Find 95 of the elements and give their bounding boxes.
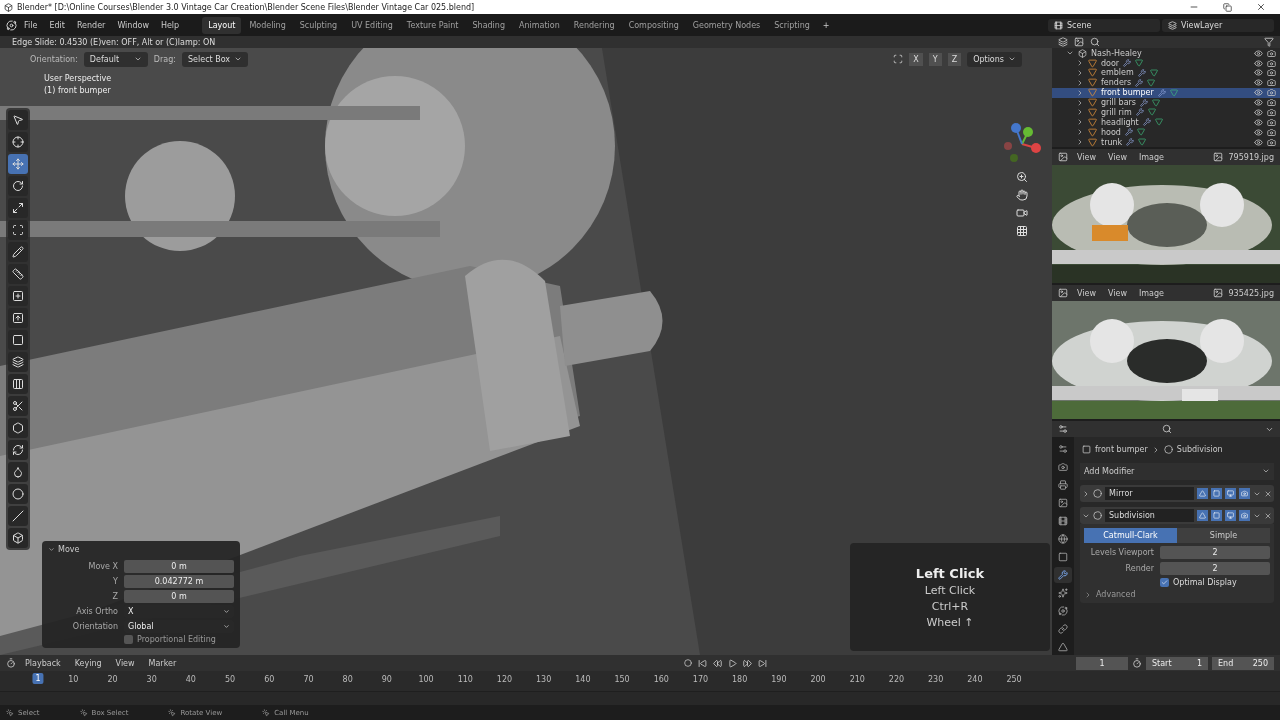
frame-tick-label: 20 bbox=[107, 675, 118, 684]
outliner-row[interactable]: hood bbox=[1052, 127, 1280, 138]
frame-tick-label: 110 bbox=[457, 675, 473, 684]
menu-item[interactable]: View bbox=[110, 655, 140, 671]
frame-tick-label: 60 bbox=[264, 675, 275, 684]
menu-item[interactable]: Window bbox=[112, 17, 154, 33]
frame-tick-label: 50 bbox=[225, 675, 236, 684]
modifier-header[interactable]: Mirror bbox=[1080, 485, 1274, 502]
object-name: grill bars bbox=[1101, 98, 1136, 108]
outliner-row[interactable]: emblem bbox=[1052, 67, 1280, 78]
frame-tick-label: 210 bbox=[849, 675, 865, 684]
outliner-row[interactable]: door bbox=[1052, 58, 1280, 68]
workspace-tab[interactable]: Animation bbox=[513, 16, 566, 34]
field-label: Render bbox=[1124, 564, 1154, 573]
frame-tick-label: 130 bbox=[536, 675, 552, 684]
end-frame-field[interactable]: End 250 bbox=[1212, 656, 1274, 670]
object-name: trunk bbox=[1101, 137, 1123, 147]
frame-tick-label: 180 bbox=[732, 675, 748, 684]
workspace-tab[interactable]: Scripting bbox=[768, 16, 816, 34]
object-name: door bbox=[1101, 58, 1120, 68]
frame-tick-label: 30 bbox=[146, 675, 157, 684]
number-field[interactable]: 2 bbox=[1160, 562, 1270, 575]
frame-tick-label: 200 bbox=[810, 675, 826, 684]
menu-item[interactable]: Marker bbox=[143, 655, 182, 671]
menu-item[interactable]: Edit bbox=[44, 17, 70, 33]
menu-item[interactable]: Playback bbox=[20, 655, 66, 671]
object-name: fenders bbox=[1101, 78, 1132, 88]
menu-item[interactable]: View bbox=[1105, 288, 1130, 298]
outliner-row[interactable]: grill rim bbox=[1052, 107, 1280, 118]
frame-tick-label: 140 bbox=[575, 675, 591, 684]
frame-tick-label: 70 bbox=[303, 675, 314, 684]
frame-tick-label: 120 bbox=[496, 675, 513, 684]
subdivision-type-tab[interactable]: Simple bbox=[1177, 528, 1270, 543]
image-name[interactable]: 935425.jpg bbox=[1228, 288, 1274, 298]
modifier-name: Subdivision bbox=[1176, 445, 1223, 454]
object-name: front bumper bbox=[1095, 445, 1148, 454]
workspace-tab[interactable]: Geometry Nodes bbox=[686, 16, 767, 34]
workspace-tab[interactable]: Texture Paint bbox=[400, 16, 465, 34]
subdivision-type-tab[interactable]: Catmull-Clark bbox=[1084, 528, 1177, 543]
outliner-row[interactable]: trunk bbox=[1052, 137, 1280, 147]
menu-item[interactable]: View bbox=[1105, 152, 1130, 162]
modifier-name-field[interactable]: Subdivision bbox=[1105, 509, 1194, 522]
workspace-tab[interactable]: Sculpting bbox=[293, 16, 344, 34]
frame-tick-label: 100 bbox=[418, 675, 434, 684]
object-name: emblem bbox=[1101, 68, 1134, 78]
object-name: hood bbox=[1101, 127, 1121, 137]
frame-tick-label: 40 bbox=[185, 675, 196, 684]
field-label: Levels Viewport bbox=[1089, 548, 1154, 557]
workspace-tab[interactable]: Shading bbox=[466, 16, 511, 34]
workspace-tab[interactable]: UV Editing bbox=[345, 16, 399, 34]
menu-item[interactable]: Help bbox=[155, 17, 185, 33]
outliner-row[interactable]: headlight bbox=[1052, 117, 1280, 128]
workspace-tab[interactable]: Rendering bbox=[567, 16, 621, 34]
workspace-tab[interactable]: Compositing bbox=[622, 16, 685, 34]
frame-tick-label: 240 bbox=[967, 675, 983, 684]
scene-selector[interactable]: Scene bbox=[1048, 18, 1160, 32]
menu-item[interactable]: Render bbox=[71, 17, 111, 33]
menu-item[interactable]: File bbox=[19, 17, 43, 33]
frame-tick-label: 10 bbox=[68, 675, 79, 684]
playhead[interactable]: 1 bbox=[32, 673, 44, 684]
add-modifier-dropdown[interactable]: Add Modifier bbox=[1080, 463, 1274, 480]
image-name[interactable]: 795919.jpg bbox=[1228, 152, 1274, 162]
object-name: headlight bbox=[1101, 117, 1139, 127]
frame-tick-label: 190 bbox=[771, 675, 787, 684]
view-layer-selector[interactable]: ViewLayer bbox=[1162, 18, 1274, 32]
menu-item[interactable]: View bbox=[1074, 288, 1099, 298]
outliner-row[interactable]: fenders bbox=[1052, 77, 1280, 88]
frame-tick-label: 80 bbox=[342, 675, 353, 684]
start-frame-field[interactable]: Start 1 bbox=[1146, 656, 1208, 670]
window-title: Blender* [D:\Online Courses\Blender 3.0 Vintage Car Creation\Blender Scene Files\Blender Vintage Car 025.blend] bbox=[17, 2, 476, 12]
menu-item[interactable]: Keying bbox=[69, 655, 107, 671]
frame-tick-label: 250 bbox=[1006, 675, 1022, 684]
object-name: front bumper bbox=[1101, 88, 1154, 98]
frame-tick-label: 90 bbox=[381, 675, 392, 684]
menu-item[interactable]: View bbox=[1074, 152, 1099, 162]
frame-tick-label: 150 bbox=[614, 675, 630, 684]
modifier-name-field[interactable]: Mirror bbox=[1105, 487, 1194, 500]
checkbox-label: Optimal Display bbox=[1173, 578, 1237, 587]
workspace-tab[interactable]: Layout bbox=[202, 16, 242, 34]
object-name: grill rim bbox=[1101, 107, 1132, 117]
frame-tick-label: 230 bbox=[928, 675, 944, 684]
menu-item[interactable]: Image bbox=[1135, 288, 1168, 298]
menu-item[interactable]: Image bbox=[1135, 152, 1168, 162]
workspace-tab[interactable]: Modeling bbox=[243, 16, 292, 34]
current-frame-field[interactable]: 1 bbox=[1076, 656, 1128, 670]
frame-tick-label: 170 bbox=[692, 675, 709, 684]
number-field[interactable]: 2 bbox=[1160, 546, 1270, 559]
frame-tick-label: 160 bbox=[653, 675, 669, 684]
frame-tick-label: 220 bbox=[888, 675, 905, 684]
add-workspace-button[interactable]: + bbox=[817, 17, 835, 33]
outliner-row[interactable]: grill bars bbox=[1052, 97, 1280, 108]
outliner-row[interactable]: front bumper bbox=[1052, 87, 1280, 98]
advanced-subpanel[interactable]: Advanced bbox=[1084, 590, 1270, 599]
modifier-header[interactable]: Subdivision bbox=[1080, 507, 1274, 524]
collection-name[interactable]: Nash-Healey bbox=[1091, 48, 1142, 58]
